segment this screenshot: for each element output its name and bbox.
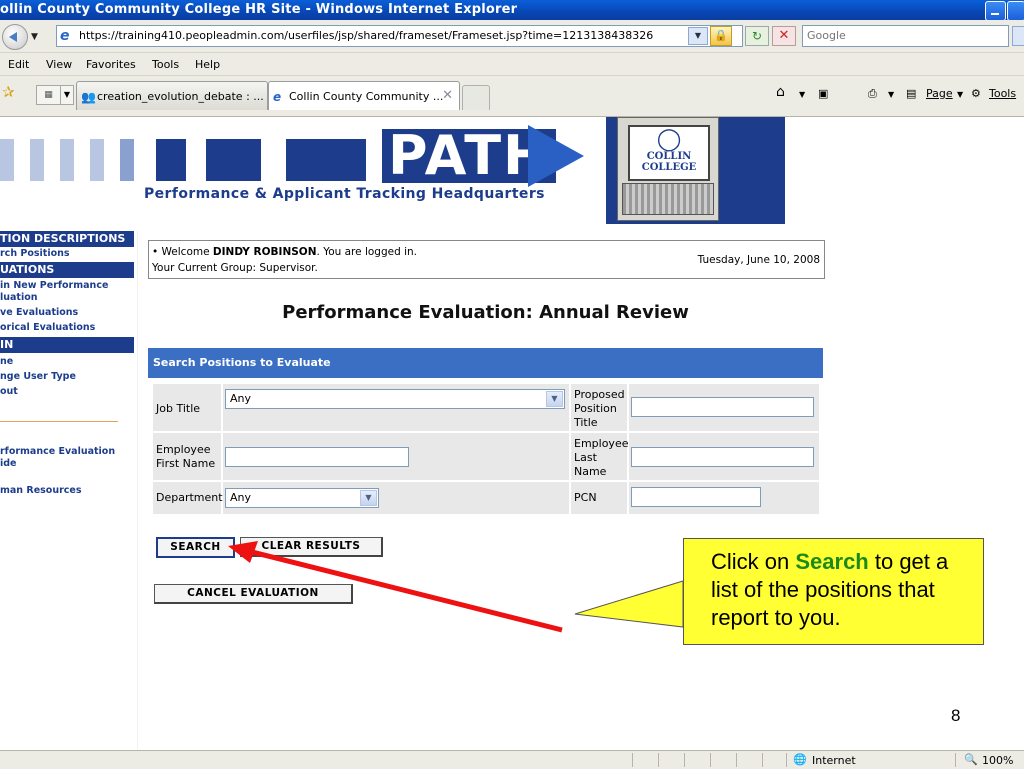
tab-list-dropdown-icon[interactable]: ▼ xyxy=(60,85,74,105)
menu-bar: Edit View Favorites Tools Help xyxy=(0,53,1024,76)
refresh-button[interactable]: ↻ xyxy=(745,26,769,46)
tab-label: creation_evolution_debate : ... xyxy=(97,90,264,103)
instruction-callout: Click on Search to get a list of the pos… xyxy=(683,538,984,645)
tab-collin-county[interactable]: e Collin County Community ... ✕ xyxy=(268,81,460,110)
back-button[interactable] xyxy=(2,24,28,50)
zoom-icon[interactable]: 🔍 xyxy=(964,753,978,766)
status-bar: 🌐 Internet 🔍 100% xyxy=(0,750,1024,769)
page-icon: ▤ xyxy=(906,87,917,100)
address-field[interactable]: e https://training410.peopleadmin.com/us… xyxy=(56,25,743,47)
security-zone: Internet xyxy=(812,754,856,767)
search-input[interactable] xyxy=(807,29,1002,42)
page-menu[interactable]: Page xyxy=(926,87,953,100)
chevron-down-icon[interactable]: ▼ xyxy=(957,90,963,99)
stop-button[interactable]: ✕ xyxy=(772,26,796,46)
tab-label: Collin County Community ... xyxy=(289,90,444,103)
tab-creation-evolution[interactable]: 👥 creation_evolution_debate : ... xyxy=(76,81,268,110)
ie-page-icon: e xyxy=(273,90,282,104)
globe-icon: 🌐 xyxy=(793,753,807,766)
chevron-down-icon[interactable]: ▼ xyxy=(799,90,805,99)
chevron-down-icon[interactable]: ▼ xyxy=(31,32,38,42)
new-tab-button[interactable] xyxy=(462,85,490,110)
url-text: https://training410.peopleadmin.com/user… xyxy=(79,29,654,42)
slide-number: 8 xyxy=(951,706,961,725)
red-arrow-shaft xyxy=(247,548,563,633)
menu-help[interactable]: Help xyxy=(195,58,220,71)
lock-icon[interactable]: 🔒 xyxy=(710,26,732,46)
address-bar-row: ▼ e https://training410.peopleadmin.com/… xyxy=(0,20,1024,53)
menu-tools[interactable]: Tools xyxy=(152,58,179,71)
people-icon: 👥 xyxy=(81,90,96,104)
window-title-bar: ollin County Community College HR Site -… xyxy=(0,0,1024,21)
window-title: ollin County Community College HR Site -… xyxy=(0,2,518,17)
red-arrow-head-icon xyxy=(228,541,258,563)
print-icon[interactable]: ⎙ xyxy=(868,87,877,101)
zoom-level[interactable]: 100% xyxy=(982,754,1013,767)
close-tab-icon[interactable]: ✕ xyxy=(442,88,453,103)
search-go-button[interactable] xyxy=(1012,26,1024,46)
feeds-icon[interactable]: ▣ xyxy=(818,87,828,100)
menu-edit[interactable]: Edit xyxy=(8,58,29,71)
gear-icon: ⚙ xyxy=(971,87,981,100)
annotation-overlay xyxy=(228,541,684,633)
tools-menu[interactable]: Tools xyxy=(989,87,1016,100)
address-dropdown-icon[interactable]: ▼ xyxy=(688,27,708,45)
quick-tabs-icon[interactable]: ▦ xyxy=(36,85,61,105)
chevron-down-icon[interactable]: ▼ xyxy=(888,90,894,99)
callout-pointer xyxy=(574,580,684,628)
tab-bar: ✰ ▦ ▼ 👥 creation_evolution_debate : ... … xyxy=(0,76,1024,117)
menu-favorites[interactable]: Favorites xyxy=(86,58,136,71)
menu-view[interactable]: View xyxy=(46,58,72,71)
minimize-button[interactable] xyxy=(985,1,1006,21)
page-content: PATH Performance & Applicant Tracking He… xyxy=(0,117,1024,750)
ie-page-icon: e xyxy=(60,28,70,44)
home-icon[interactable]: ⌂ xyxy=(776,84,785,100)
maximize-button[interactable] xyxy=(1007,1,1024,21)
search-box[interactable] xyxy=(802,25,1009,47)
favorites-star-icon[interactable]: ✰ xyxy=(2,83,15,101)
callout-keyword: Search xyxy=(795,549,869,574)
